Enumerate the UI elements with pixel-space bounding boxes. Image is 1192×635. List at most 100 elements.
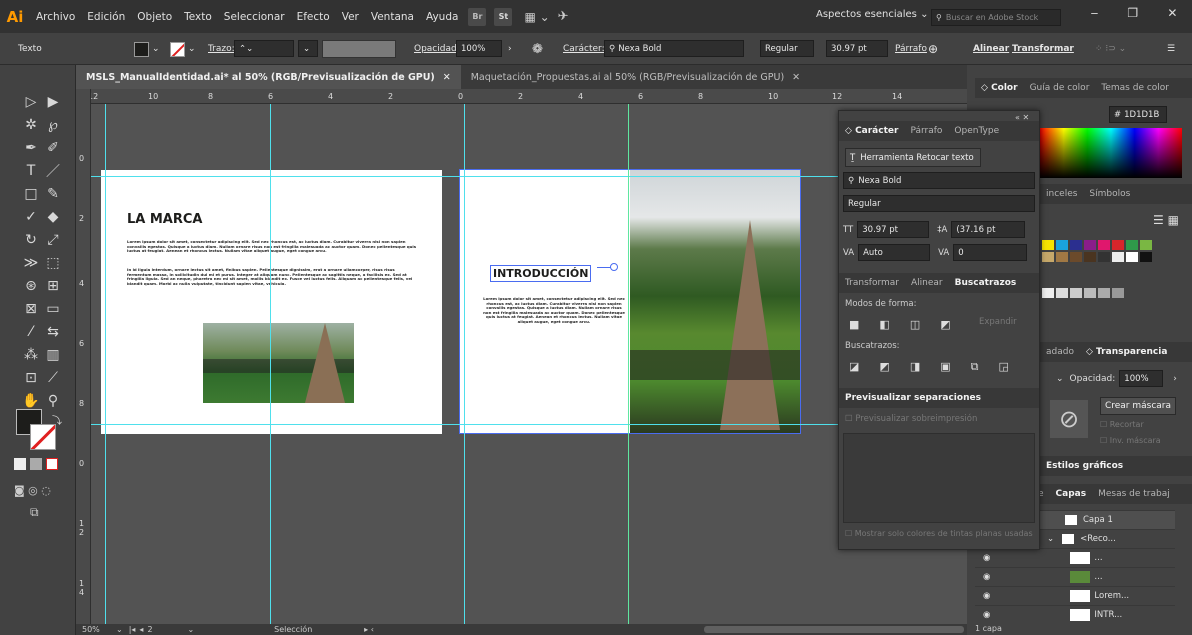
guide-vertical[interactable] [628, 104, 629, 624]
chevron-down-icon[interactable]: ⌄ [187, 625, 194, 634]
screen-mode-icon[interactable]: ⧉ [30, 505, 39, 520]
clip-checkbox[interactable]: ☐ Recortar [1100, 420, 1144, 429]
minus-back-icon[interactable]: ◲ [998, 360, 1008, 374]
font-style-select[interactable]: Regular [760, 40, 814, 57]
layer-row[interactable]: ◉ Lorem... [975, 586, 1175, 605]
close-icon[interactable]: ✕ [1167, 6, 1177, 26]
layer-row[interactable]: ◉ INTR... [975, 605, 1175, 624]
expand-button[interactable]: Expandir [979, 317, 1017, 327]
tab-color[interactable]: ◇ Color [975, 83, 1024, 93]
shape-mode-buttons[interactable]: ■ ◧ ◫ ◩ [849, 318, 951, 331]
rotate-tool-icon[interactable]: ↻ [22, 231, 40, 249]
lasso-tool-icon[interactable]: ℘ [44, 116, 62, 134]
guide-horizontal[interactable] [91, 176, 967, 177]
swatch[interactable] [1070, 252, 1082, 262]
artboard-tool-icon[interactable]: ⊡ [22, 369, 40, 387]
stroke-weight-input[interactable]: ⌃⌄ [234, 40, 294, 57]
tab-character[interactable]: ◇ Carácter [839, 126, 904, 136]
scale-tool-icon[interactable]: ⤢ [44, 231, 62, 249]
color-spectrum[interactable] [1040, 128, 1182, 178]
width-tool-icon[interactable]: ≫ [22, 254, 40, 272]
tab-layers[interactable]: Capas [1050, 489, 1093, 499]
gpu-performance-icon[interactable]: ✈ [558, 9, 569, 24]
swatch[interactable] [1126, 252, 1138, 262]
swatch[interactable] [1042, 288, 1054, 298]
crop-icon[interactable]: ▣ [940, 360, 950, 374]
artboard-title[interactable]: LA MARCA [127, 212, 202, 227]
layer-row[interactable]: ◉ ... [975, 548, 1175, 567]
direct-selection-tool-icon[interactable]: ▶ [44, 93, 62, 111]
panel-menu-icon[interactable]: ☰ [1167, 40, 1175, 58]
menu-seleccionar[interactable]: Seleccionar [218, 11, 291, 23]
swatch[interactable] [1056, 252, 1068, 262]
align-label[interactable]: Alinear [973, 40, 1009, 58]
menu-edicion[interactable]: Edición [81, 11, 131, 23]
stroke-swatch[interactable]: ⌄ [170, 40, 196, 58]
leading-input[interactable]: (37.16 pt [951, 221, 1026, 238]
stock-search-input[interactable]: ⚲ Buscar en Adobe Stock [931, 9, 1061, 26]
guide-vertical[interactable] [270, 104, 271, 624]
opacity-label[interactable]: Opacidad: [414, 40, 460, 58]
overprint-checkbox[interactable]: ☐ Previsualizar sobreimpresión [845, 414, 977, 424]
menu-texto[interactable]: Texto [178, 11, 218, 23]
tab-maquetacion[interactable]: Maquetación_Propuestas.ai al 50% (RGB/Pr… [461, 65, 810, 89]
pathfinder-buttons[interactable]: ◪ ◩ ◨ ▣ ⧉ ◲ [849, 360, 1009, 374]
paintbrush-tool-icon[interactable]: ✎ [44, 185, 62, 203]
invert-mask-checkbox[interactable]: ☐ Inv. máscara [1100, 436, 1161, 445]
eyedropper-tool-icon[interactable]: ⁄ [22, 323, 40, 341]
font-family-input[interactable]: ⚲ Nexa Bold [604, 40, 744, 57]
tab-color-themes[interactable]: Temas de color [1095, 83, 1175, 93]
brush-preview[interactable] [322, 40, 396, 58]
kerning-input[interactable]: Auto [858, 244, 931, 261]
swatch[interactable] [1098, 252, 1110, 262]
hex-input[interactable]: # 1D1D1B [1109, 106, 1167, 123]
intro-paragraph[interactable]: Lorem ipsum dolor sit amet, consectetur … [482, 296, 626, 325]
tab-manual-identidad[interactable]: MSLS_ManualIdentidad.ai* al 50% (RGB/Pre… [76, 65, 461, 89]
menu-ventana[interactable]: Ventana [365, 11, 420, 23]
arrange-documents-icon[interactable]: ▦ ⌄ [524, 10, 549, 24]
stock-icon[interactable]: St [494, 7, 513, 26]
font-size-row[interactable]: TT 30.97 pt ‡A (37.16 pt [843, 221, 1026, 238]
column-graph-tool-icon[interactable]: ▥ [44, 346, 62, 364]
stroke-profile-select[interactable]: ⌄ [298, 40, 318, 57]
make-mask-button[interactable]: Crear máscara [1100, 397, 1176, 415]
symbol-sprayer-tool-icon[interactable]: ⁂ [22, 346, 40, 364]
tracking-input[interactable]: 0 [953, 244, 1028, 261]
none-icon[interactable] [46, 458, 58, 470]
opacity-row[interactable]: ⌄ Opacidad: 100% › [1056, 370, 1177, 387]
artboard-introduccion[interactable]: INTRODUCCIÓN Lorem ipsum dolor sit amet,… [459, 169, 801, 434]
menu-archivo[interactable]: Archivo [30, 11, 81, 23]
draw-mode-icons[interactable]: ◙ ◎ ◌ [14, 484, 51, 497]
fill-swatch[interactable]: ⌄ [134, 40, 160, 58]
layer-row[interactable]: ◉ ... [975, 567, 1175, 586]
swatch[interactable] [1098, 288, 1110, 298]
exclude-icon[interactable]: ◩ [940, 318, 950, 331]
close-tab-icon[interactable]: ✕ [792, 72, 800, 83]
tab-transparency[interactable]: ◇ Transparencia [1080, 347, 1173, 357]
menu-ver[interactable]: Ver [336, 11, 365, 23]
guide-vertical[interactable] [464, 104, 465, 624]
isolate-icon[interactable]: ⁘ ⁝⊃ ⌄ [1095, 40, 1126, 58]
eye-icon[interactable]: ◉ [983, 610, 990, 620]
recolor-icon[interactable]: ❁ [532, 40, 543, 58]
selection-tool-icon[interactable]: ▷ [22, 93, 40, 111]
chevron-down-icon[interactable]: ⌄ [116, 625, 123, 634]
monument-photo[interactable] [203, 323, 354, 403]
swatch[interactable] [1042, 252, 1054, 262]
divide-icon[interactable]: ◪ [849, 360, 859, 374]
page-number[interactable]: 2 [147, 625, 187, 634]
curvature-tool-icon[interactable]: ✐ [44, 139, 62, 157]
swatch[interactable] [1112, 288, 1124, 298]
tab-symbols[interactable]: Símbolos [1083, 189, 1136, 199]
artboard-la-marca[interactable]: LA MARCA Lorem ipsum dolor sit amet, con… [101, 170, 442, 434]
prev-page-icon[interactable]: ◂ [139, 625, 143, 634]
tab-separations-preview[interactable]: Previsualizar separaciones [839, 393, 987, 403]
perspective-grid-tool-icon[interactable]: ⊞ [44, 277, 62, 295]
menu-efecto[interactable]: Efecto [291, 11, 336, 23]
chevron-right-icon[interactable]: › [508, 40, 512, 58]
kerning-row[interactable]: VA Auto VA 0 [843, 244, 1028, 261]
swatch[interactable] [1084, 252, 1096, 262]
workspace-switcher[interactable]: Aspectos esenciales ⌄ [816, 9, 928, 20]
tab-transform[interactable]: Transformar [839, 278, 905, 288]
hillside-photo[interactable] [630, 170, 800, 433]
